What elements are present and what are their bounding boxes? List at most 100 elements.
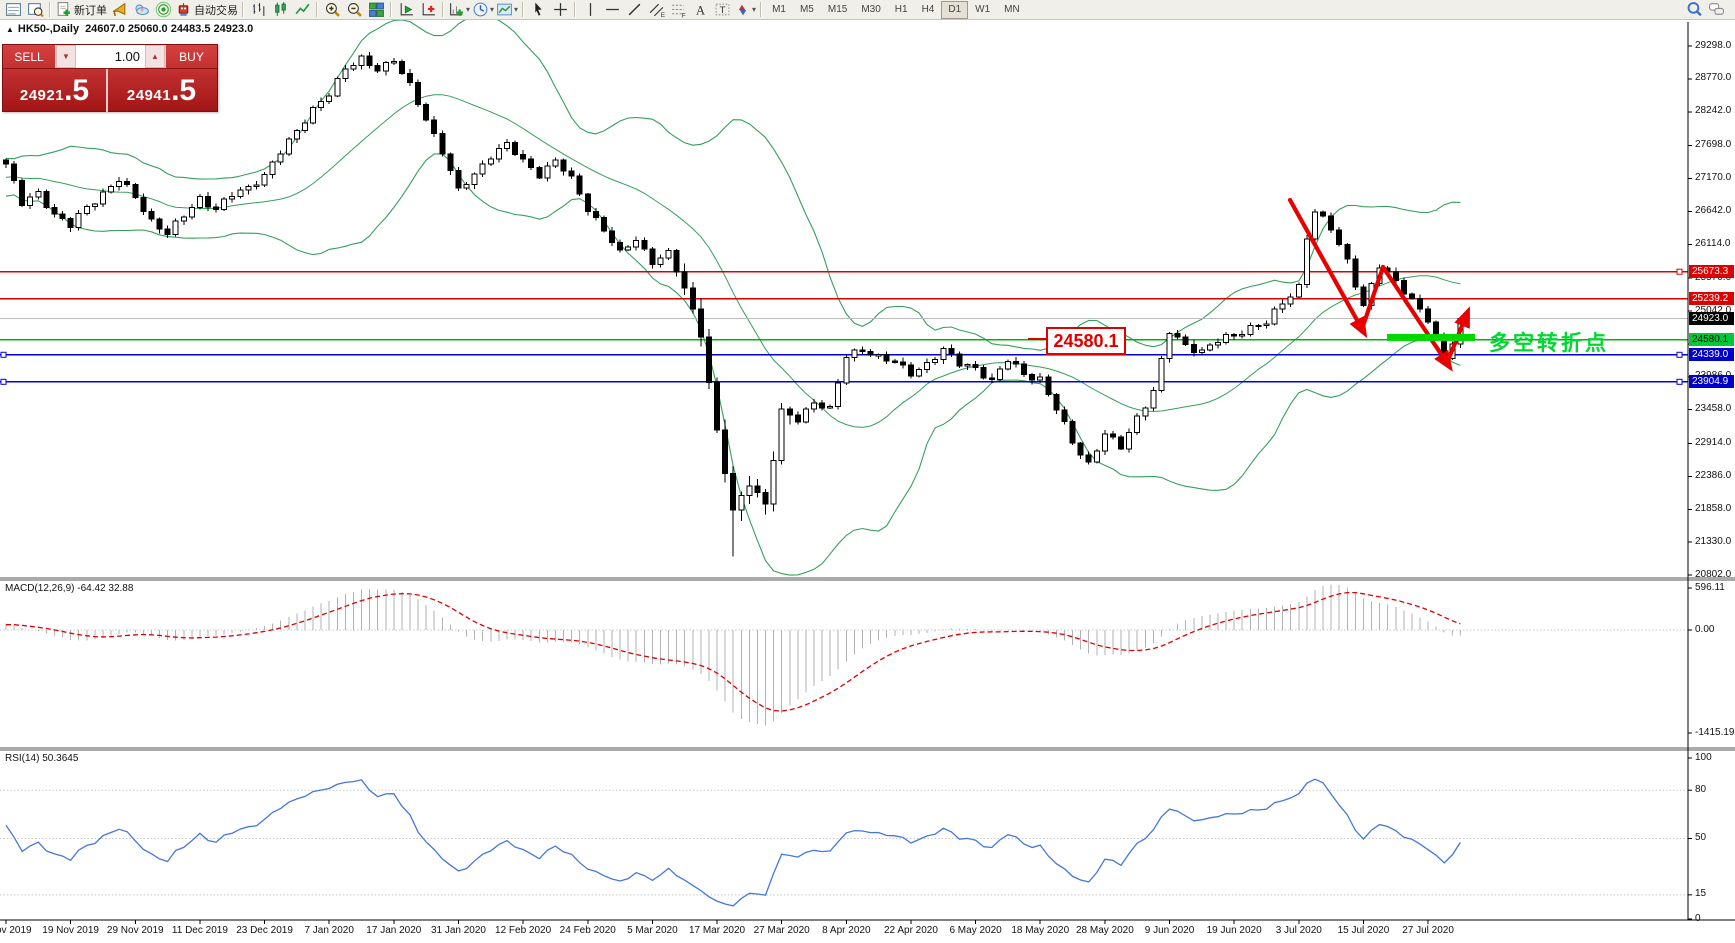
toolbar-separator — [242, 2, 244, 17]
macd-indicator-label: MACD(12,26,9) -64.42 32.88 — [5, 583, 134, 594]
date-axis-label: 19 Jun 2020 — [1206, 925, 1262, 936]
chat-button[interactable] — [1705, 1, 1727, 19]
price-axis-tick: 22386.0 — [1695, 469, 1732, 481]
cursor-button[interactable] — [527, 1, 549, 19]
templates-dropdown[interactable]: ▾ — [495, 1, 519, 19]
timeframe-d1-button[interactable]: D1 — [941, 0, 969, 19]
toolbar-separator — [442, 2, 444, 17]
signals-icon[interactable] — [152, 1, 174, 19]
svg-text:A: A — [695, 3, 705, 17]
timeframe-m15-button[interactable]: M15 — [821, 1, 854, 19]
search-button[interactable] — [1683, 1, 1705, 19]
price-axis-tick: 21858.0 — [1695, 502, 1732, 514]
line-handle[interactable] — [0, 351, 7, 358]
rsi-axis-tick: 50 — [1695, 832, 1707, 843]
trend-arrow[interactable] — [1380, 264, 1453, 372]
line-handle[interactable] — [1676, 351, 1683, 358]
date-axis-label: 7 Jan 2020 — [304, 925, 354, 936]
macd-axis-tick: -1415.19 — [1695, 726, 1735, 738]
vertical-line-button[interactable] — [579, 1, 601, 19]
text-label-button[interactable]: T — [711, 1, 733, 19]
price-axis-tick: 27170.0 — [1695, 172, 1732, 183]
ohlc-values: 24607.0 25060.0 24483.5 24923.0 — [85, 23, 254, 35]
line-chart-button[interactable] — [291, 1, 313, 19]
line-handle[interactable] — [1676, 378, 1683, 385]
line-handle[interactable] — [1676, 268, 1683, 275]
svg-text:E: E — [660, 12, 664, 18]
chart-area: ▲ HK50-,Daily 24607.0 25060.0 24483.5 2492… — [0, 0, 1735, 943]
timeframe-m30-button[interactable]: M30 — [854, 1, 887, 19]
trendline-button[interactable] — [623, 1, 645, 19]
candlestick-chart-button[interactable] — [269, 1, 291, 19]
bar-chart-button[interactable] — [247, 1, 269, 19]
date-axis-label: 17 Jan 2020 — [366, 925, 422, 936]
volume-down-button[interactable]: ▼ — [56, 45, 76, 68]
timeframe-m1-button[interactable]: M1 — [765, 1, 793, 19]
price-badge-24923.0: 24923.0 — [1689, 311, 1734, 325]
date-axis-label: 17 Mar 2020 — [688, 925, 746, 936]
timeframe-h4-button[interactable]: H4 — [915, 1, 942, 19]
market-watch-icon[interactable] — [2, 1, 24, 19]
autotrading-button[interactable]: 自动交易 — [174, 1, 239, 19]
toolbar-separator — [390, 2, 392, 17]
toolbar-separator — [760, 2, 763, 17]
new-order-button[interactable]: 新订单 — [54, 1, 108, 19]
fibonacci-button[interactable]: F — [667, 1, 689, 19]
new-chart-dropdown[interactable]: ▾ — [447, 1, 471, 19]
rsi-axis-tick: 80 — [1695, 783, 1707, 795]
data-window-icon[interactable] — [24, 1, 46, 19]
auto-scroll-button[interactable] — [395, 1, 417, 19]
support-highlight-bar[interactable] — [1387, 334, 1475, 341]
sell-price[interactable]: 24921.5 — [3, 69, 108, 113]
date-axis-label: 11 Dec 2019 — [171, 925, 228, 936]
svg-text:F: F — [681, 12, 685, 18]
periods-dropdown[interactable]: ▾ — [471, 1, 495, 19]
timeframe-h1-button[interactable]: H1 — [888, 1, 915, 19]
collapse-triangle-icon[interactable]: ▲ — [6, 25, 14, 34]
date-axis-label: 28 May 2020 — [1075, 925, 1134, 936]
buy-price-main: 24941 — [126, 87, 172, 104]
toolbar-separator — [574, 2, 577, 17]
date-axis-label: 29 Nov 2019 — [106, 925, 164, 936]
svg-text:T: T — [719, 5, 725, 16]
price-axis-tick: 27698.0 — [1695, 139, 1732, 151]
text-button[interactable]: A — [689, 1, 711, 19]
timeframe-w1-button[interactable]: W1 — [968, 1, 997, 19]
price-badge-24580.1: 24580.1 — [1689, 333, 1734, 347]
buy-price[interactable]: 24941.5 — [108, 69, 215, 113]
buy-button[interactable]: BUY — [165, 45, 217, 68]
arrows-dropdown[interactable]: ▾ — [733, 1, 757, 19]
horizontal-line-button[interactable] — [601, 1, 623, 19]
date-axis-label: 19 Nov 2019 — [42, 925, 99, 936]
timeframe-m5-button[interactable]: M5 — [793, 1, 821, 19]
sell-price-main: 24921 — [19, 87, 65, 104]
date-axis-label: 27 Jul 2020 — [1402, 925, 1454, 936]
crosshair-button[interactable] — [549, 1, 571, 19]
one-click-trading-panel: SELL ▼ 1.00 ▲ BUY 24921.5 24941.5 — [2, 44, 218, 113]
timeframe-mn-button[interactable]: MN — [997, 1, 1027, 19]
equidistant-channel-button[interactable]: E — [645, 1, 667, 19]
trend-arrow[interactable] — [1287, 197, 1368, 339]
rsi-indicator-label: RSI(14) 50.3645 — [5, 753, 79, 764]
toolbar-separator — [316, 2, 318, 17]
price-badge-24339.0: 24339.0 — [1689, 348, 1734, 362]
chart-canvas[interactable] — [0, 0, 1735, 943]
volume-field[interactable]: 1.00 — [76, 45, 145, 68]
mt4-window: 新订单 自动交易 ▾ ▾ ▾ E F A T ▾ M1 M5 M15 M30 H1 H4 D1 W1 MN ▲ HK5… — [0, 0, 1735, 943]
alerts-icon[interactable] — [108, 1, 130, 19]
sell-button[interactable]: SELL — [3, 45, 56, 68]
rsi-axis-tick: 100 — [1695, 751, 1712, 763]
zoom-out-button[interactable] — [343, 1, 365, 19]
turning-point-text[interactable]: 多空转折点 — [1489, 327, 1609, 357]
price-axis-tick: 21330.0 — [1695, 535, 1732, 547]
chart-shift-button[interactable] — [417, 1, 439, 19]
tile-windows-button[interactable] — [365, 1, 387, 19]
line-handle[interactable] — [0, 378, 7, 385]
price-label-box[interactable]: 24580.1 — [1046, 327, 1126, 355]
price-axis-tick: 28242.0 — [1695, 105, 1732, 117]
volume-up-button[interactable]: ▲ — [145, 45, 165, 68]
zoom-in-button[interactable] — [321, 1, 343, 19]
date-axis-label: 18 May 2020 — [1011, 925, 1070, 936]
rsi-axis-tick: 15 — [1695, 888, 1707, 900]
mql5-cloud-icon[interactable] — [130, 1, 152, 19]
